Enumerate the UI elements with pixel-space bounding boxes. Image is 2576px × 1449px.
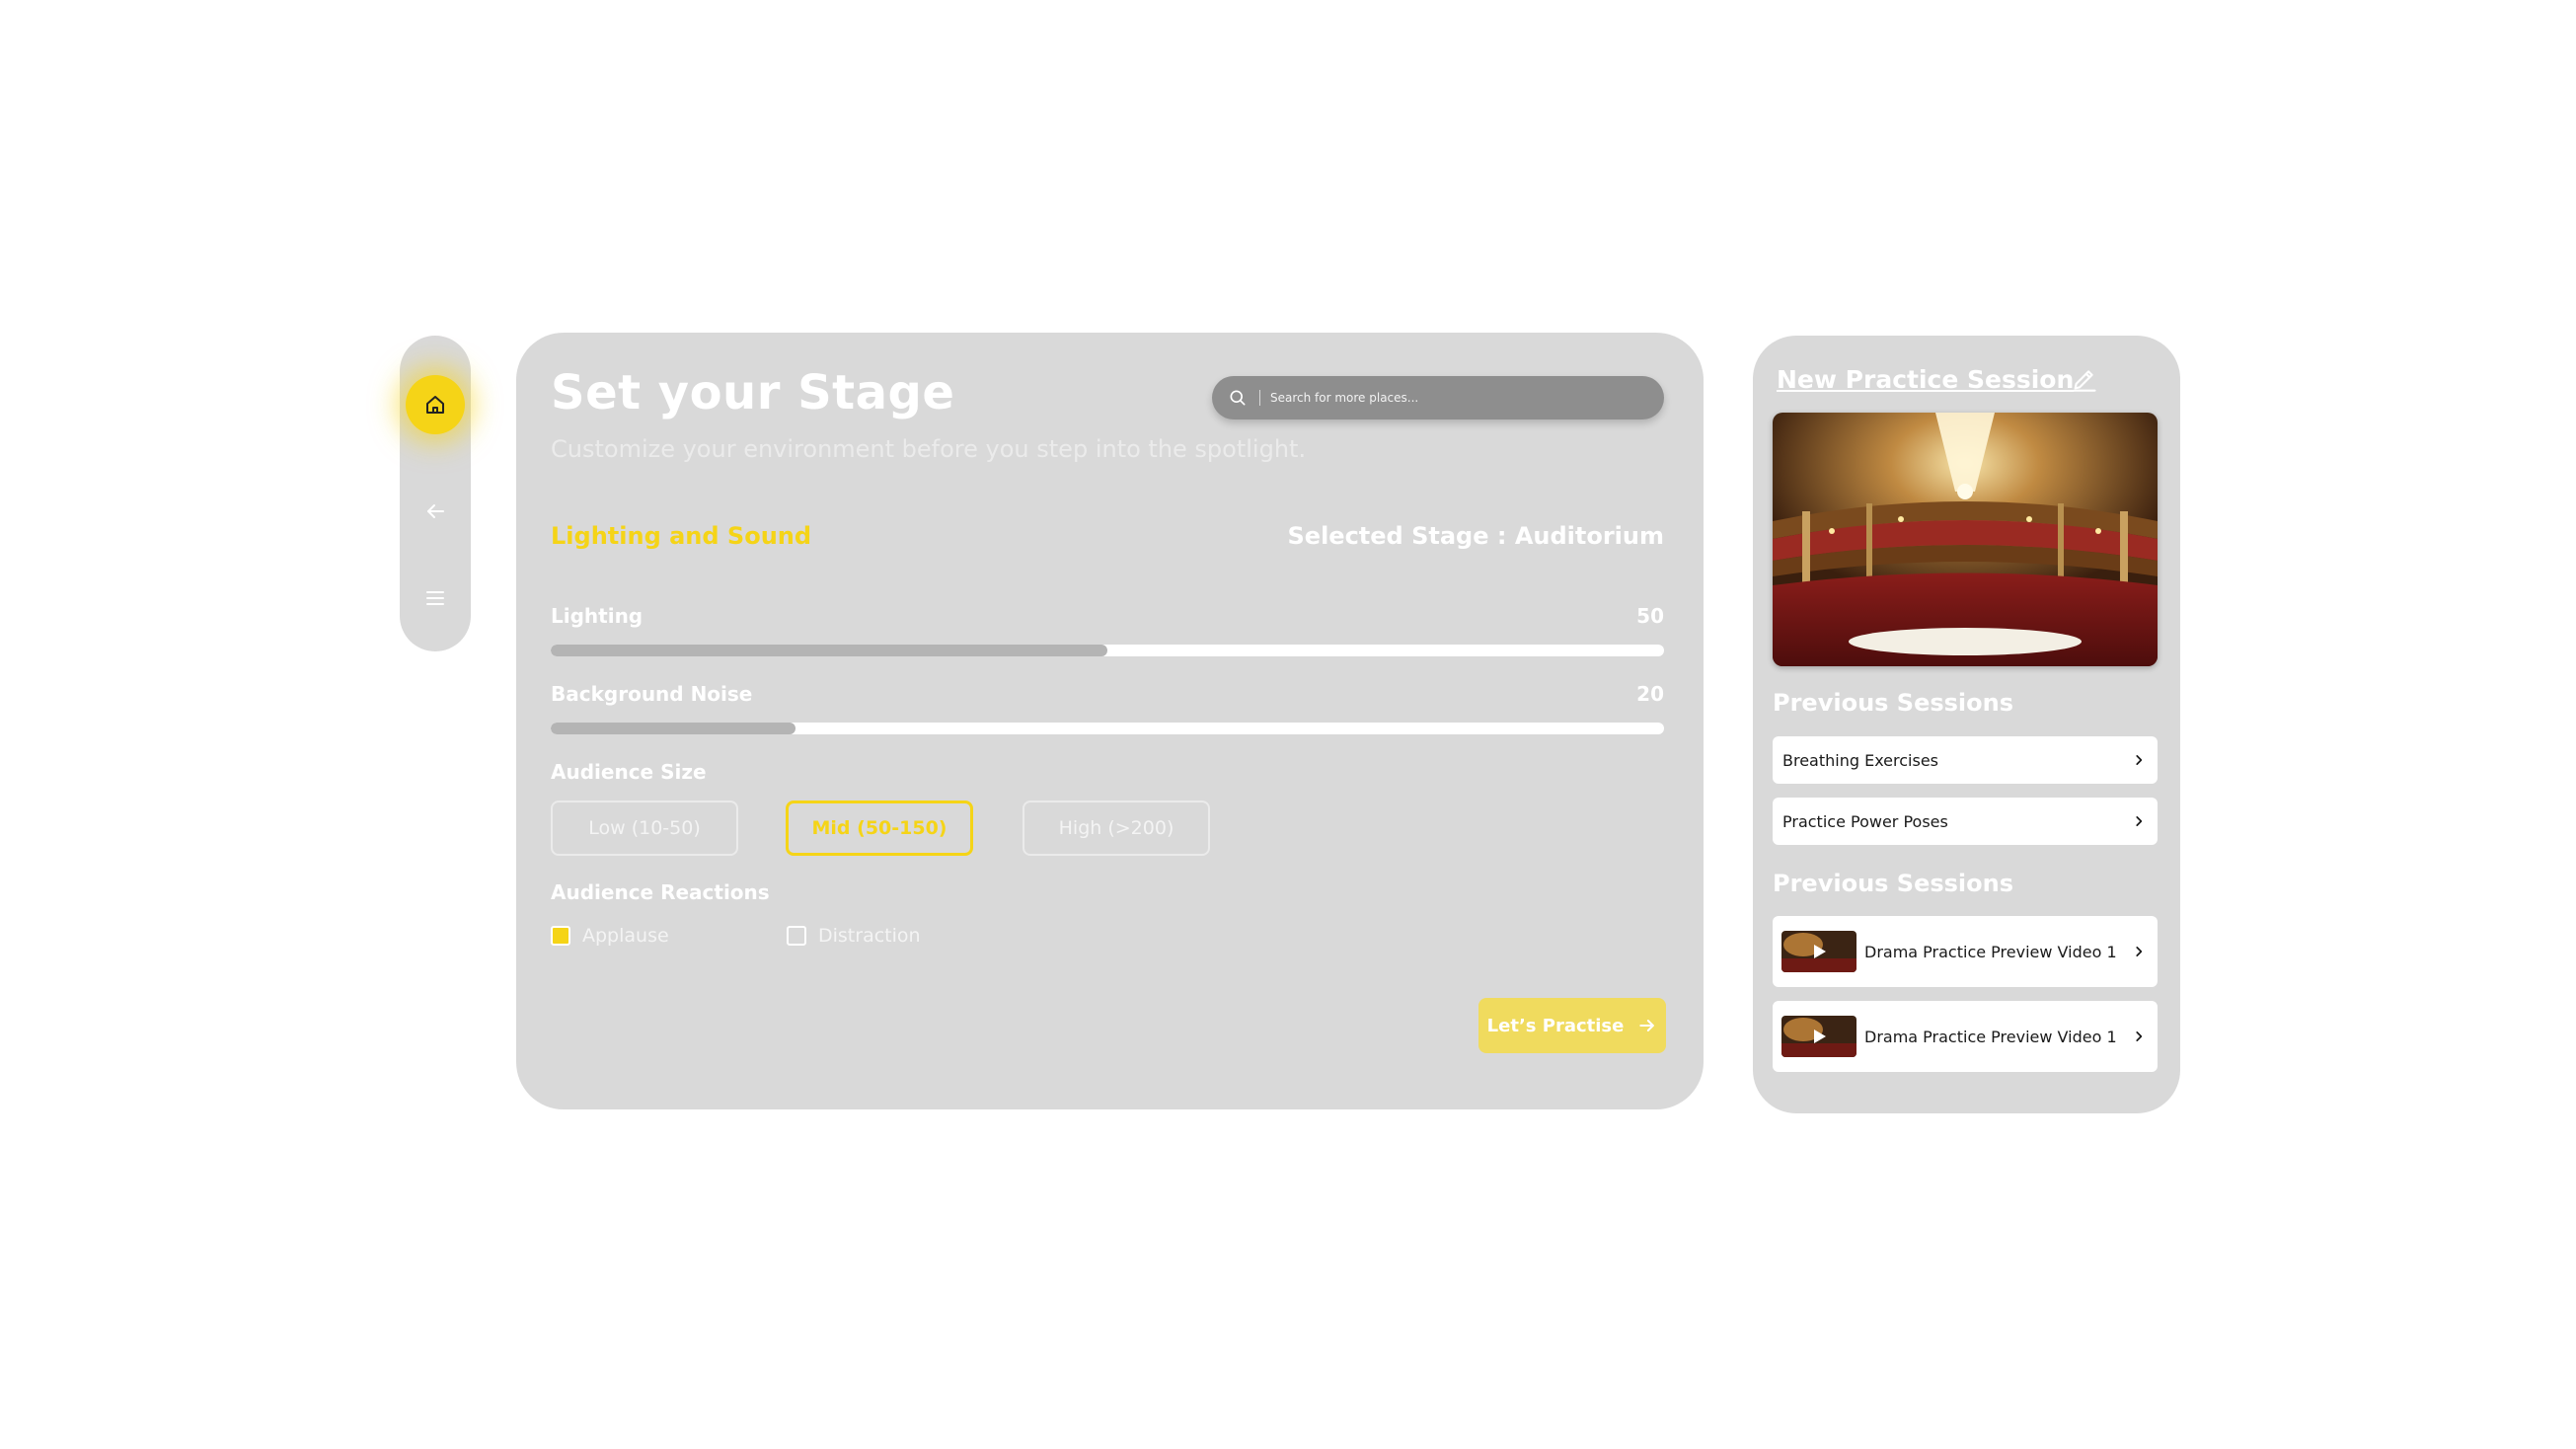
lighting-slider-fill (551, 645, 1107, 656)
audience-size-label: Audience Size (551, 760, 707, 784)
side-nav-rail (400, 336, 471, 651)
background-noise-value: 20 (1636, 682, 1664, 706)
video-thumbnail (1781, 931, 1856, 972)
video-label: Drama Practice Preview Video 1 (1864, 942, 2117, 961)
previous-sessions-heading: Previous Sessions (1773, 689, 2014, 717)
chevron-right-icon (2136, 947, 2143, 956)
session-label: Practice Power Poses (1782, 811, 1948, 831)
video-item[interactable]: Drama Practice Preview Video 1 (1773, 1001, 2158, 1072)
lighting-label: Lighting (551, 604, 644, 628)
audience-reactions-label: Audience Reactions (551, 880, 770, 904)
audience-low-button[interactable]: Low (10-50) (551, 801, 738, 856)
background-noise-slider[interactable] (551, 723, 1664, 734)
video-label: Drama Practice Preview Video 1 (1864, 1027, 2117, 1046)
lighting-value: 50 (1636, 604, 1664, 628)
audience-high-button[interactable]: High (>200) (1023, 801, 1210, 856)
lighting-slider[interactable] (551, 645, 1664, 656)
menu-icon (426, 591, 444, 605)
search-input[interactable] (1270, 391, 1626, 405)
new-practice-session-link[interactable]: New Practice Session (1777, 365, 2074, 394)
page-subtitle: Customize your environment before you st… (551, 435, 1307, 463)
search-icon (1230, 390, 1246, 406)
background-noise-slider-fill (551, 723, 796, 734)
page-title: Set your Stage (551, 365, 955, 420)
search-bar[interactable] (1212, 376, 1664, 419)
previous-videos-heading: Previous Sessions (1773, 870, 2014, 897)
chevron-right-icon (2136, 1031, 2143, 1041)
distraction-checkbox[interactable] (787, 926, 806, 946)
video-thumbnail (1781, 1016, 1856, 1057)
distraction-option[interactable]: Distraction (787, 925, 921, 947)
chevron-right-icon (2136, 816, 2143, 826)
back-button[interactable] (406, 482, 465, 541)
arrow-left-icon (427, 504, 444, 518)
session-item-breathing[interactable]: Breathing Exercises (1773, 736, 2158, 784)
home-icon (426, 396, 444, 414)
applause-label: Applause (582, 925, 669, 947)
section-title-lighting-sound: Lighting and Sound (551, 522, 812, 550)
search-divider (1259, 390, 1260, 406)
pencil-icon[interactable] (2071, 365, 2098, 393)
session-item-power-poses[interactable]: Practice Power Poses (1773, 798, 2158, 845)
distraction-label: Distraction (818, 925, 921, 947)
lets-practise-button[interactable]: Let’s Practise (1478, 998, 1666, 1053)
menu-button[interactable] (406, 569, 465, 628)
lets-practise-label: Let’s Practise (1486, 1015, 1625, 1036)
selected-stage-label: Selected Stage : Auditorium (1287, 522, 1664, 550)
chevron-right-icon (2136, 755, 2143, 765)
home-button[interactable] (406, 375, 465, 434)
background-noise-label: Background Noise (551, 682, 753, 706)
video-item[interactable]: Drama Practice Preview Video 1 (1773, 916, 2158, 987)
applause-checkbox[interactable] (551, 926, 570, 946)
arrow-right-icon (1639, 1020, 1655, 1031)
applause-option[interactable]: Applause (551, 925, 669, 947)
practice-session-panel: New Practice Session Previous Sessions B… (1753, 336, 2180, 1113)
session-label: Breathing Exercises (1782, 750, 1939, 770)
auditorium-photo (1773, 413, 2158, 666)
stage-setup-card: Set your Stage Customize your environmen… (516, 333, 1704, 1109)
audience-mid-button[interactable]: Mid (50-150) (786, 801, 973, 856)
